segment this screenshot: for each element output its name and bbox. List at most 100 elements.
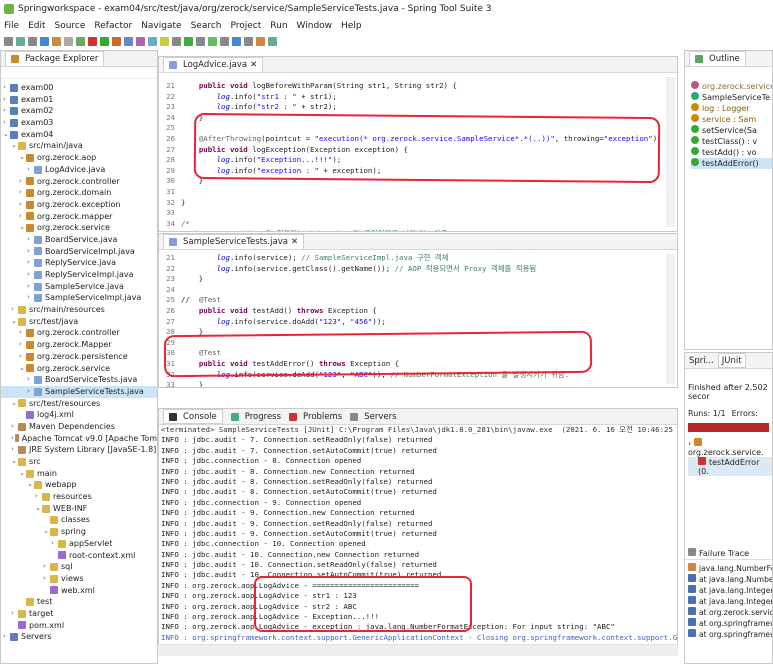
expand-toggle-icon[interactable]: ⌄ [19,468,26,480]
tree-item[interactable]: › BoardServiceTests.java [1,374,157,386]
trace-line[interactable]: java.lang.NumberFormat [688,563,772,574]
toolbar-button-icon[interactable] [268,37,277,46]
tree-item[interactable]: ⌄ src/test/java [1,316,157,328]
tree-item[interactable]: › views [1,573,157,585]
toolbar-button-icon[interactable] [208,37,217,46]
expand-toggle-icon[interactable]: ⌄ [19,363,26,375]
expand-toggle-icon[interactable]: › [3,117,10,129]
tree-item[interactable]: ⌄ org.zerock.service [1,222,157,234]
console-hscrollbar[interactable] [158,644,678,656]
tree-item[interactable]: ⌄ org.zerock.service [1,363,157,375]
tree-item[interactable]: › org.zerock.domain [1,187,157,199]
expand-toggle-icon[interactable]: › [27,281,34,293]
trace-line[interactable]: at org.springframewo [688,618,772,629]
expand-toggle-icon[interactable]: › [27,234,34,246]
expand-toggle-icon[interactable]: › [3,94,10,106]
expand-toggle-icon[interactable]: › [35,491,42,503]
toolbar-button-icon[interactable] [256,37,265,46]
tree-item[interactable]: › exam00 [1,82,157,94]
editor1-scrollbar[interactable] [666,77,675,227]
failure-trace-list[interactable]: java.lang.NumberFormat at java.lang.Numbe… [685,560,772,640]
tree-item[interactable]: › org.zerock.mapper [1,211,157,223]
tree-item[interactable]: › org.zerock.Mapper [1,339,157,351]
tree-item[interactable]: ⌄ src [1,456,157,468]
toolbar-button-icon[interactable] [196,37,205,46]
tree-item[interactable]: › org.zerock.persistence [1,351,157,363]
tree-item[interactable]: pom.xml [1,620,157,632]
tree-item[interactable]: › exam01 [1,94,157,106]
expand-toggle-icon[interactable]: › [43,573,50,585]
toolbar-button-icon[interactable] [100,37,109,46]
expand-toggle-icon[interactable]: › [3,631,10,643]
tree-item[interactable]: test [1,596,157,608]
tree-item[interactable]: › BoardService.java [1,234,157,246]
outline-item[interactable]: service : Sam [691,114,772,125]
tree-item[interactable]: › appServlet [1,538,157,550]
toolbar-button-icon[interactable] [220,37,229,46]
toolbar-button-icon[interactable] [40,37,49,46]
tab-problems[interactable]: Problems [289,412,342,422]
expand-toggle-icon[interactable]: › [27,246,34,258]
tree-item[interactable]: › ReplyService.java [1,257,157,269]
menu-navigate[interactable]: Navigate [141,21,181,31]
expand-toggle-icon[interactable]: › [27,374,34,386]
tab-servers[interactable]: Servers [350,412,397,422]
menu-search[interactable]: Search [191,21,222,31]
tree-item[interactable]: › SampleService.java [1,281,157,293]
tab-spring[interactable]: Spri... [689,356,714,366]
tree-item[interactable]: › LogAdvice.java [1,164,157,176]
expand-toggle-icon[interactable]: › [3,105,10,117]
outline-item[interactable]: testAddError() [691,158,772,169]
toolbar-button-icon[interactable] [88,37,97,46]
menu-run[interactable]: Run [270,21,287,31]
expand-toggle-icon[interactable]: ⌄ [27,479,34,491]
toolbar-button-icon[interactable] [172,37,181,46]
junit-tree[interactable]: › org.zerock.service. testAddError (0. [685,438,772,476]
toolbar-button-icon[interactable] [124,37,133,46]
outline-item[interactable]: testAdd() : vo [691,147,772,158]
expand-toggle-icon[interactable]: ⌄ [3,129,10,141]
outline-tree[interactable]: org.zerock.service SampleServiceTe log : L… [685,81,772,169]
expand-toggle-icon[interactable]: › [19,327,26,339]
outline-item[interactable]: SampleServiceTe [691,92,772,103]
expand-toggle-icon[interactable]: › [19,351,26,363]
expand-toggle-icon[interactable]: › [11,608,18,620]
expand-toggle-icon[interactable]: ⌄ [19,222,26,234]
tab-junit[interactable]: JUnit [717,353,746,368]
menu-file[interactable]: File [4,21,19,31]
menu-edit[interactable]: Edit [28,21,45,31]
menu-help[interactable]: Help [341,21,362,31]
expand-toggle-icon[interactable]: › [43,561,50,573]
tree-item[interactable]: › exam03 [1,117,157,129]
toolbar-button-icon[interactable] [112,37,121,46]
outline-item[interactable]: setService(Sa [691,125,772,136]
expand-toggle-icon[interactable]: › [27,292,34,304]
tab-progress[interactable]: Progress [230,412,281,422]
trace-line[interactable]: at java.lang.Integer.pa [688,596,772,607]
menu-source[interactable]: Source [55,21,86,31]
expand-toggle-icon[interactable]: ⌄ [19,152,26,164]
tree-item[interactable]: log4j.xml [1,409,157,421]
toolbar-button-icon[interactable] [184,37,193,46]
tree-item[interactable]: › SampleServiceImpl.java [1,292,157,304]
toolbar-button-icon[interactable] [244,37,253,46]
tree-item[interactable]: › org.zerock.exception [1,199,157,211]
tab-logadvice[interactable]: LogAdvice.java ✕ [163,57,264,72]
expand-toggle-icon[interactable]: ⌄ [11,316,18,328]
tab-package-explorer[interactable]: Package Explorer [5,51,105,66]
tab-sampleservicetests[interactable]: SampleServiceTests.java ✕ [163,234,305,249]
expand-toggle-icon[interactable]: › [3,82,10,94]
tree-item[interactable]: ⌄ spring [1,526,157,538]
trace-line[interactable]: at org.springframewo [688,629,772,640]
tree-item[interactable]: › ReplyServiceImpl.java [1,269,157,281]
expand-toggle-icon[interactable]: › [19,211,26,223]
toolbar-button-icon[interactable] [4,37,13,46]
toolbar-button-icon[interactable] [136,37,145,46]
toolbar-button-icon[interactable] [16,37,25,46]
menu-window[interactable]: Window [297,21,333,31]
tree-item[interactable]: › src/main/resources [1,304,157,316]
tree-item[interactable]: ⌄ org.zerock.aop [1,152,157,164]
tree-item[interactable]: › BoardServiceImpl.java [1,246,157,258]
expand-toggle-icon[interactable]: › [27,257,34,269]
tree-item[interactable]: classes [1,514,157,526]
